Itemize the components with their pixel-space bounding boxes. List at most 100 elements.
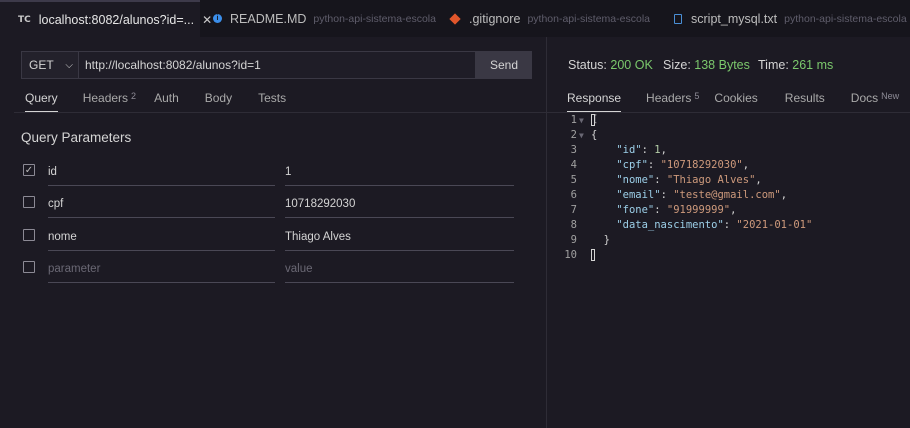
json-key: "nome" [616,174,655,186]
json-key: "cpf" [616,159,648,171]
tab-title: README.MD [230,11,307,26]
param-row: nome Thiago Alves [23,224,514,251]
param-checkbox[interactable]: ✓ [23,164,35,176]
code-line: 5 "nome": "Thiago Alves", [563,173,812,188]
headers-count: 2 [131,91,137,101]
json-value: "2021-01-01" [736,219,813,231]
tab-body[interactable]: Body [205,85,232,111]
line-number: 4 [570,159,577,171]
tab-request[interactable]: TC localhost:8082/alunos?id=... ✕ [0,0,212,37]
text-cursor [591,249,595,261]
url-bar: GET ⌵ http://localhost:8082/alunos?id=1 … [21,51,532,79]
tab-path: python-api-sistema-escola [784,12,907,25]
param-key-input[interactable]: parameter [48,256,275,283]
code-line: 10 [563,248,812,263]
tab-response-headers[interactable]: Headers 5 [646,85,699,111]
close-icon[interactable]: ✕ [202,13,212,27]
tab-response[interactable]: Response [567,85,622,112]
tab-label: Auth [154,91,179,105]
tab-results[interactable]: Results [785,85,825,111]
param-checkbox[interactable] [23,261,35,273]
response-body[interactable]: 1 ▼[ 2 ▼{ 3 "id": 1, 4 "cpf": "10718292030… [563,113,812,263]
param-row-empty: parameter value [23,256,514,283]
param-value-input[interactable]: 10718292030 [285,191,514,218]
line-number: 8 [570,219,577,231]
response-time: Time: 261 ms [758,58,833,72]
request-tabs: Query Headers 2 Auth Body Tests [25,85,286,112]
tab-gitignore[interactable]: .gitignore python-api-sistema-escola [449,0,650,37]
size-label: Size: [663,58,691,72]
tab-path: python-api-sistema-escola [527,12,650,25]
json-key: "email" [616,189,661,201]
new-badge: New [881,91,900,101]
line-number: 9 [570,234,577,246]
param-row: cpf 10718292030 [23,191,514,218]
size-value: 138 Bytes [694,58,750,72]
json-key: "fone" [616,204,655,216]
brace-open: { [591,129,598,141]
code-line: 3 "id": 1, [563,143,812,158]
tab-script-mysql[interactable]: script_mysql.txt python-api-sistema-esco… [674,0,907,37]
tab-title: localhost:8082/alunos?id=... [38,12,195,27]
code-line: 2 ▼{ [563,128,812,143]
brace-close: } [603,234,610,246]
time-value: 261 ms [792,58,834,72]
param-value-input[interactable]: 1 [285,159,514,186]
json-key: "id" [616,144,642,156]
param-key-input[interactable]: cpf [48,191,275,218]
response-status: Status: 200 OK [568,58,653,72]
file-icon [674,13,682,24]
git-icon [449,12,461,25]
fold-icon[interactable]: ▼ [577,113,591,128]
send-button[interactable]: Send [476,51,532,79]
param-checkbox[interactable] [23,229,35,241]
code-line: 7 "fone": "91999999", [563,203,812,218]
param-checkbox[interactable] [23,196,35,208]
tab-query[interactable]: Query [25,85,58,112]
bracket-open: [ [591,114,599,126]
status-value: 200 OK [610,58,653,72]
line-number: 1 [570,114,577,126]
tab-auth[interactable]: Auth [154,85,179,111]
tab-label: Body [204,91,233,105]
param-value-input[interactable]: Thiago Alves [285,224,514,251]
param-key-input[interactable]: nome [48,224,275,251]
check-icon: ✓ [24,164,34,176]
tab-label: Cookies [714,91,758,105]
param-key-input[interactable]: id [48,159,275,186]
thunder-client-icon: TC [18,14,31,25]
tab-label: Results [784,91,825,105]
tab-tests[interactable]: Tests [258,85,286,111]
chevron-down-icon: ⌵ [65,59,73,71]
tab-cookies[interactable]: Cookies [714,85,757,111]
line-number: 2 [570,129,577,141]
json-value: "91999999" [666,204,731,216]
tab-headers[interactable]: Headers 2 [83,85,136,111]
line-number: 7 [570,204,577,216]
code-line: 1 ▼[ [563,113,812,128]
tab-label: Docs [850,91,879,105]
tab-label: Query [25,91,58,105]
panel-divider[interactable] [546,37,547,428]
line-number: 5 [570,174,577,186]
editor-tab-bar: TC localhost:8082/alunos?id=... ✕ i READ… [0,0,910,37]
info-icon: i [213,14,222,23]
response-tabs: Response Headers 5 Cookies Results Docs Ne… [567,85,899,112]
method-select[interactable]: GET ⌵ [21,51,79,79]
tab-label: Headers [82,91,129,105]
json-value: "Thiago Alves" [666,174,756,186]
code-line: 6 "email": "teste@gmail.com", [563,188,812,203]
url-input[interactable]: http://localhost:8082/alunos?id=1 [79,51,476,79]
param-value-input[interactable]: value [285,256,514,283]
code-line: 9 } [563,233,812,248]
divider [14,112,546,113]
query-parameters-title: Query Parameters [21,130,132,145]
tab-label: Headers [646,91,692,105]
tab-readme[interactable]: i README.MD python-api-sistema-escola [213,0,436,37]
headers-count: 5 [694,91,700,101]
time-label: Time: [758,58,789,72]
param-row: ✓ id 1 [23,159,514,186]
tab-docs[interactable]: Docs New [851,85,899,111]
code-line: 8 "data_nascimento": "2021-01-01" [563,218,813,233]
fold-icon[interactable]: ▼ [577,128,591,143]
